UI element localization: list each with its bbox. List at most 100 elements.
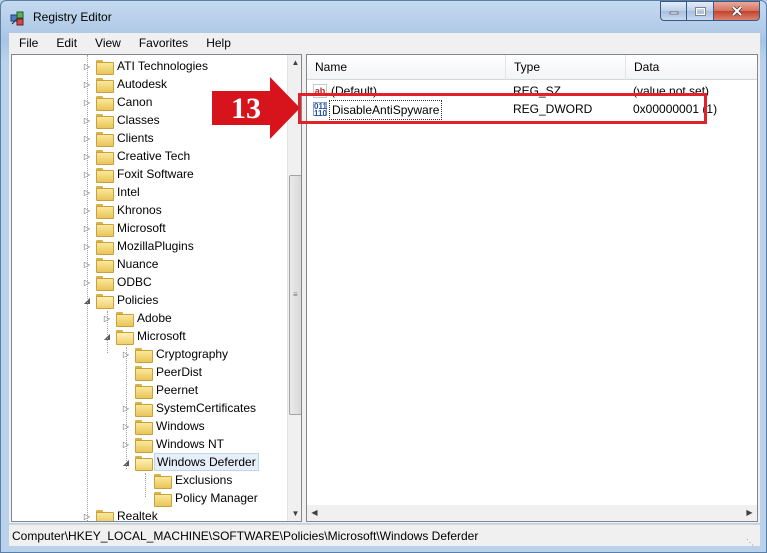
folder-icon bbox=[96, 293, 114, 309]
tree-item[interactable]: ▷ Realtek bbox=[82, 507, 160, 522]
close-button[interactable] bbox=[714, 1, 760, 21]
column-type[interactable]: Type bbox=[506, 55, 626, 80]
tree-item[interactable]: ▷ Autodesk bbox=[82, 75, 169, 93]
folder-icon bbox=[135, 455, 153, 471]
tree-item-label: Realtek bbox=[117, 509, 158, 522]
window-controls bbox=[660, 1, 760, 21]
tree-item[interactable]: Exclusions bbox=[140, 471, 234, 489]
folder-icon bbox=[96, 167, 114, 183]
tree-item-label: PeerDist bbox=[156, 365, 203, 379]
folder-icon bbox=[96, 113, 114, 129]
scroll-up-icon[interactable]: ▲ bbox=[288, 55, 301, 70]
folder-icon bbox=[96, 185, 114, 201]
folder-icon bbox=[96, 131, 114, 147]
tree-item-label: Peernet bbox=[156, 383, 199, 397]
window-title: Registry Editor bbox=[33, 10, 112, 24]
column-data[interactable]: Data bbox=[626, 55, 757, 80]
menu-view[interactable]: View bbox=[85, 36, 129, 50]
tree-guide-line bbox=[145, 473, 146, 497]
folder-icon bbox=[96, 257, 114, 273]
tree-item[interactable]: ▷ Adobe bbox=[102, 309, 174, 327]
folder-icon bbox=[116, 311, 134, 327]
tree-item-label: Foxit Software bbox=[117, 167, 194, 181]
tree-item[interactable]: ▷ ATI Technologies bbox=[82, 57, 210, 75]
folder-icon bbox=[96, 149, 114, 165]
tree-item-label: Khronos bbox=[117, 203, 162, 217]
menu-edit[interactable]: Edit bbox=[46, 36, 85, 50]
folder-icon bbox=[96, 239, 114, 255]
minimize-icon bbox=[669, 11, 678, 15]
tree-item[interactable]: ▷ MozillaPlugins bbox=[82, 237, 196, 255]
registry-editor-icon bbox=[10, 11, 24, 26]
tree-item-label: Windows bbox=[156, 419, 205, 433]
tree-item[interactable]: ▷ Microsoft bbox=[82, 219, 168, 237]
list-horizontal-scrollbar[interactable]: ◀ ▶ bbox=[307, 505, 757, 521]
tree-item-label: Cryptography bbox=[156, 347, 229, 361]
tree-item-label: MozillaPlugins bbox=[117, 239, 194, 253]
tree-item[interactable]: ▷ ODBC bbox=[82, 273, 154, 291]
folder-icon bbox=[135, 347, 153, 363]
tree-item-label: SystemCertificates bbox=[156, 401, 257, 415]
tree-item[interactable]: ▷ Nuance bbox=[82, 255, 160, 273]
tree-item[interactable]: Peernet bbox=[121, 381, 200, 399]
tree-item-label: Adobe bbox=[137, 311, 172, 325]
scroll-thumb[interactable]: ≡ bbox=[289, 175, 301, 415]
scroll-left-icon[interactable]: ◀ bbox=[307, 505, 322, 520]
folder-icon bbox=[154, 473, 172, 489]
tree-item[interactable]: Policy Manager bbox=[140, 489, 260, 507]
tree-item[interactable]: ▷ Khronos bbox=[82, 201, 164, 219]
menu-favorites[interactable]: Favorites bbox=[129, 36, 196, 50]
menu-file[interactable]: File bbox=[9, 36, 46, 50]
tree-item-label: Canon bbox=[117, 95, 153, 109]
folder-icon bbox=[135, 365, 153, 381]
tree-item-label: Microsoft bbox=[137, 329, 186, 343]
scroll-down-icon[interactable]: ▼ bbox=[288, 506, 301, 521]
status-path: Computer\HKEY_LOCAL_MACHINE\SOFTWARE\Pol… bbox=[12, 529, 479, 543]
tree-item[interactable]: ▷ Cryptography bbox=[121, 345, 230, 363]
registry-editor-window: Registry Editor File Edit View Favorites… bbox=[0, 0, 767, 553]
tree-item-label: Autodesk bbox=[117, 77, 168, 91]
tree-item-label: Classes bbox=[117, 113, 160, 127]
tree-item[interactable]: ▷ Creative Tech bbox=[82, 147, 192, 165]
scroll-right-icon[interactable]: ▶ bbox=[742, 505, 757, 520]
maximize-button[interactable] bbox=[687, 1, 714, 21]
tree-item[interactable]: ▷ Foxit Software bbox=[82, 165, 196, 183]
tree-item[interactable]: ◢ Microsoft bbox=[102, 327, 188, 345]
column-name[interactable]: Name bbox=[307, 55, 506, 80]
folder-icon bbox=[135, 401, 153, 417]
tree-guide-line bbox=[107, 311, 108, 353]
tree-item-label: Microsoft bbox=[117, 221, 166, 235]
folder-icon bbox=[154, 491, 172, 507]
resize-grip-icon[interactable]: ⋱ bbox=[746, 532, 758, 547]
tree-item[interactable]: ▷ Canon bbox=[82, 93, 154, 111]
tree-item[interactable]: ▷ Clients bbox=[82, 129, 156, 147]
folder-icon bbox=[96, 203, 114, 219]
tree-item-label: Nuance bbox=[117, 257, 159, 271]
tree-item-label: Policies bbox=[117, 293, 159, 307]
folder-icon bbox=[135, 419, 153, 435]
tree-item[interactable]: ▷ Windows bbox=[121, 417, 207, 435]
minimize-button[interactable] bbox=[660, 1, 687, 21]
tree-item[interactable]: ◢ Policies bbox=[82, 291, 160, 309]
tree-item-label: Creative Tech bbox=[117, 149, 191, 163]
folder-icon bbox=[96, 59, 114, 75]
tree-guide-line bbox=[126, 347, 127, 469]
maximize-icon bbox=[694, 6, 706, 16]
tree-item-label: Intel bbox=[117, 185, 140, 199]
title-bar[interactable]: Registry Editor bbox=[1, 1, 766, 33]
tree-item[interactable]: ▷ SystemCertificates bbox=[121, 399, 258, 417]
menu-help[interactable]: Help bbox=[196, 36, 239, 50]
tree-item[interactable]: ▷ Windows NT bbox=[121, 435, 226, 453]
tree-item[interactable]: ▷ Intel bbox=[82, 183, 142, 201]
tree-item[interactable]: PeerDist bbox=[121, 363, 204, 381]
folder-icon bbox=[96, 221, 114, 237]
folder-icon bbox=[96, 509, 114, 521]
values-list[interactable]: Name Type Data ab (Default) REG_SZ (valu… bbox=[306, 54, 758, 522]
tree-guide-line bbox=[87, 55, 88, 521]
folder-icon bbox=[135, 383, 153, 399]
list-header: Name Type Data bbox=[307, 55, 757, 80]
tree-item[interactable]: ▷ Classes bbox=[82, 111, 162, 129]
tree-item[interactable]: ◢ Windows Deferder bbox=[121, 453, 259, 471]
status-bar: Computer\HKEY_LOCAL_MACHINE\SOFTWARE\Pol… bbox=[9, 524, 760, 547]
tree-item-label: Windows Deferder bbox=[154, 453, 259, 471]
